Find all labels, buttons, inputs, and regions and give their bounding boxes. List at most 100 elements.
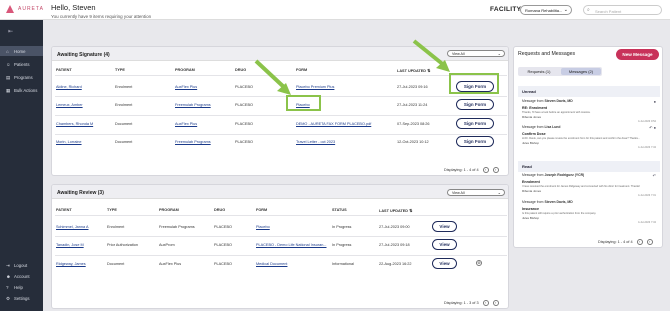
- prev-page-icon[interactable]: ‹: [482, 300, 489, 306]
- chevron-down-icon: ⌄: [497, 51, 501, 56]
- sign-form-button[interactable]: Sign Form: [456, 136, 494, 147]
- form-link[interactable]: DEMO - AURETA FAX FORM PLACEBO.pdf: [296, 122, 371, 126]
- programs-icon: ▤: [6, 74, 11, 80]
- prev-page-icon[interactable]: ‹: [636, 239, 643, 245]
- sidebar-item-programs[interactable]: ▤ Programs: [0, 72, 43, 82]
- row-status: Informational: [332, 262, 354, 266]
- reply-icon[interactable]: ↶ ●: [649, 125, 656, 130]
- next-page-icon[interactable]: ›: [646, 239, 653, 245]
- message-item[interactable]: Message from Steven Davis, MD Insurance …: [522, 200, 656, 224]
- sidebar-item-patients[interactable]: ☺ Patients: [0, 59, 43, 69]
- row-drug: PLACEBO: [235, 140, 253, 144]
- awaiting-review-filter[interactable]: View All ⌄: [447, 189, 505, 196]
- col-type: TYPE: [107, 208, 117, 212]
- row-status: In Progress: [332, 243, 352, 247]
- awaiting-signature-filter[interactable]: View All ⌄: [447, 50, 505, 57]
- requests-messages-panel: Requests and Messages New Message Reques…: [513, 46, 663, 248]
- patient-link[interactable]: Tanadin, Jose M: [56, 243, 84, 247]
- chevron-down-icon: ⌄: [563, 7, 568, 13]
- prev-page-icon[interactable]: ‹: [482, 167, 489, 173]
- program-link[interactable]: AuxFlex Plus: [175, 122, 197, 126]
- row-drug: PLACEBO: [235, 103, 253, 107]
- row-updated: 27-Jul-2023 09:00: [379, 225, 410, 229]
- facility-label: FACILITY: [490, 6, 522, 13]
- read-section-label: Read: [518, 161, 660, 172]
- next-page-icon[interactable]: ›: [492, 300, 499, 306]
- message-item[interactable]: Message from Joseph Rodriguez (YCR) Enro…: [522, 173, 656, 197]
- account-icon: ☻: [6, 273, 11, 279]
- divider: [55, 255, 507, 256]
- form-link[interactable]: Medical Document: [256, 262, 287, 266]
- new-message-button[interactable]: New Message: [616, 49, 659, 60]
- program-link[interactable]: Freemulab Programs: [175, 103, 211, 107]
- row-updated: 22-Aug-2023 16:22: [379, 262, 412, 266]
- sidebar-item-account[interactable]: ☻ Account: [0, 271, 43, 281]
- col-status: STATUS: [332, 208, 347, 212]
- divider: [55, 134, 507, 135]
- unread-section-label: Unread: [518, 86, 660, 97]
- help-icon: ?: [6, 284, 9, 290]
- view-button[interactable]: View: [432, 258, 457, 269]
- row-updated: 27-Jul-2023 09:18: [379, 243, 410, 247]
- reply-icon[interactable]: ↶: [653, 173, 656, 178]
- form-link[interactable]: PLACEBO - Demo Life National Insuran...: [256, 243, 327, 247]
- row-updated: 07-Sep-2023 08:26: [397, 122, 430, 126]
- collapse-sidebar-icon[interactable]: ⇤: [8, 28, 13, 35]
- chevron-down-icon: ⌄: [497, 190, 501, 195]
- bulk-actions-icon: ▦: [6, 87, 11, 93]
- tab-messages[interactable]: Messages (2): [561, 68, 601, 75]
- sidebar: ⇤ ⌂ Home ☺ Patients ▤ Programs ▦ Bulk Action…: [0, 20, 43, 311]
- form-link[interactable]: Placebo Premium Plus: [296, 85, 334, 89]
- program-link[interactable]: Freemulab Programs: [175, 140, 211, 144]
- sidebar-item-home[interactable]: ⌂ Home: [0, 46, 43, 56]
- patients-icon: ☺: [6, 61, 11, 67]
- sign-form-button[interactable]: Sign Form: [456, 118, 494, 129]
- row-updated: 27-Jul-2023 09:16: [397, 85, 428, 89]
- col-program: PROGRAM: [159, 208, 179, 212]
- greeting-subtitle: You currently have 9 items requiring you…: [51, 14, 152, 19]
- program-link[interactable]: AuxFlex Plus: [175, 85, 197, 89]
- row-type: Enrolment: [115, 85, 133, 89]
- delete-icon[interactable]: ⊗: [476, 260, 482, 266]
- view-button[interactable]: View: [432, 239, 457, 250]
- col-form: FORM: [256, 208, 268, 212]
- message-item[interactable]: Message from Lisa Lund Confirm Dose Hi D…: [522, 125, 656, 149]
- sidebar-item-help[interactable]: ? Help: [0, 282, 43, 292]
- row-updated: 12-Oct-2023 10:12: [397, 140, 429, 144]
- view-button[interactable]: View: [432, 221, 457, 232]
- row-status: In Progress: [332, 225, 352, 229]
- row-program: AuxProm: [159, 243, 175, 247]
- form-link[interactable]: Travel Letter - oct 2023: [296, 140, 335, 144]
- col-drug: DRUG: [235, 68, 247, 72]
- row-drug: PLACEBO: [214, 225, 232, 229]
- message-item[interactable]: Message from Steven Davis, MD RE: Enrolm…: [522, 99, 656, 123]
- sidebar-item-logout[interactable]: ⇥ Logout: [0, 260, 43, 270]
- row-type: Document: [115, 140, 133, 144]
- facility-select[interactable]: Romana Rehabilita... ⌄: [520, 5, 572, 15]
- divider: [55, 236, 507, 237]
- form-link[interactable]: Placebo: [256, 225, 270, 229]
- logout-icon: ⇥: [6, 262, 10, 268]
- patient-link[interactable]: Ridgeway, James: [56, 262, 86, 266]
- brand-logo[interactable]: AURETA: [6, 5, 44, 13]
- tab-requests[interactable]: Requests (1): [519, 68, 559, 75]
- patient-link[interactable]: Chambers, Rhonda M: [56, 122, 93, 126]
- pagination: Displaying: 1 - 3 of 3 ‹ ›: [444, 300, 499, 306]
- col-last-updated[interactable]: LAST UPDATED ⇅: [379, 208, 412, 213]
- patient-link[interactable]: Aldine, Richard: [56, 85, 82, 89]
- patient-link[interactable]: Morin, Lorraine: [56, 140, 82, 144]
- row-type: Prior Authorization: [107, 243, 139, 247]
- search-input[interactable]: ⌕ Search Patient: [583, 5, 662, 15]
- sign-form-button[interactable]: Sign Form: [456, 99, 494, 110]
- row-type: Enrolment: [107, 225, 125, 229]
- sidebar-item-settings[interactable]: ⚙ Settings: [0, 293, 43, 303]
- greeting: Hello, Steven You currently have 9 items…: [51, 3, 151, 19]
- col-program: PROGRAM: [175, 68, 195, 72]
- patient-link[interactable]: Lemeux, Amber: [56, 103, 83, 107]
- next-page-icon[interactable]: ›: [492, 167, 499, 173]
- patient-link[interactable]: Schimmel, Janna A: [56, 225, 89, 229]
- awaiting-review-title: Awaiting Review (3): [52, 185, 508, 199]
- row-program: Freemulab Programs: [159, 225, 195, 229]
- sidebar-item-bulk-actions[interactable]: ▦ Bulk Actions: [0, 85, 43, 95]
- row-program: AuxFlex Plus: [159, 262, 182, 266]
